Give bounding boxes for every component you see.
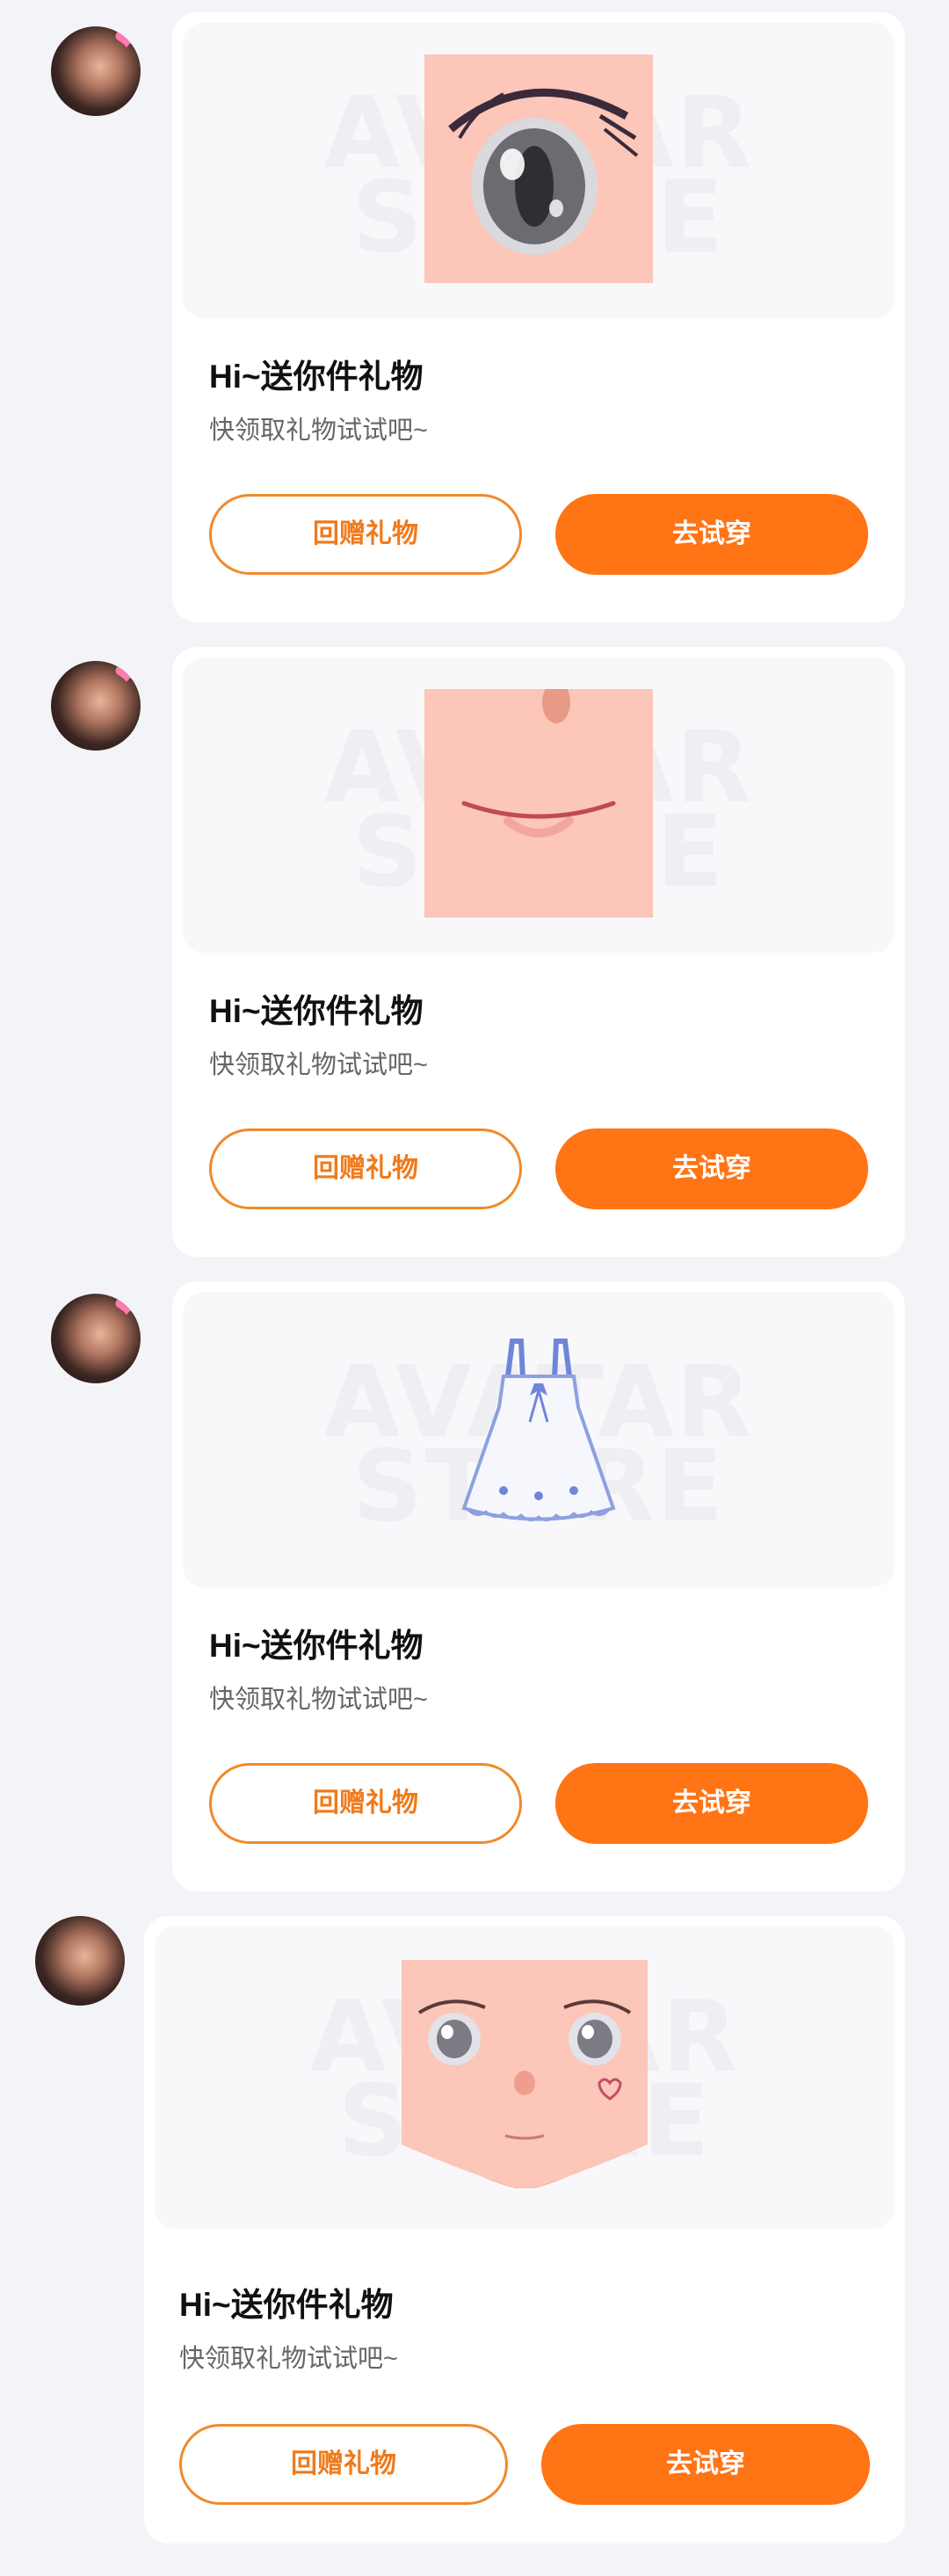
mouth-smile-icon — [424, 689, 653, 918]
sender-avatar[interactable] — [35, 1916, 125, 2006]
sender-avatar[interactable]: ❤ — [51, 26, 141, 116]
try-on-button[interactable]: 去试穿 — [541, 2424, 870, 2505]
gift-subtitle: 快领取礼物试试吧~ — [209, 1686, 428, 1714]
gift-title: Hi~送你件礼物 — [209, 359, 424, 395]
gift-preview[interactable]: AVATAR STORE — [183, 1292, 895, 1587]
gift-preview[interactable]: AVATAR STORE — [155, 1927, 895, 2229]
gift-card: AVATAR STORE Hi~送你件礼物 快领取礼物试试吧~ 回赠礼物 去试穿 — [172, 1281, 905, 1891]
white-dress-icon — [461, 1339, 616, 1521]
gift-title: Hi~送你件礼物 — [209, 1628, 424, 1664]
return-gift-button[interactable]: 回赠礼物 — [209, 1763, 522, 1844]
heart-decoration-icon: ❤ — [113, 1294, 140, 1324]
gift-card: AVATAR STORE Hi~送你件礼物 快领取礼物试试吧~ 回赠礼物 去试穿 — [172, 647, 905, 1257]
heart-decoration-icon: ❤ — [113, 26, 140, 57]
gift-card: AVATAR STORE Hi~送你件礼物 快领取礼物试试吧~ 回赠礼物 去试穿 — [172, 12, 905, 622]
anime-eye-icon — [424, 54, 653, 283]
return-gift-button[interactable]: 回赠礼物 — [179, 2424, 508, 2505]
gift-subtitle: 快领取礼物试试吧~ — [179, 2345, 398, 2373]
gift-preview[interactable]: AVATAR STORE — [183, 23, 895, 318]
gift-message: AVATAR STORE Hi~送你件礼物 快领取礼物试试吧~ 回赠礼物 去试 — [0, 1898, 949, 2576]
gift-subtitle: 快领取礼物试试吧~ — [209, 417, 428, 445]
gift-title: Hi~送你件礼物 — [179, 2287, 394, 2323]
gift-message: ❤ AVATAR STORE Hi~送你件礼物 快领取礼物试试吧~ 回赠礼物 去… — [0, 633, 949, 1266]
gift-message: ❤ AVATAR STORE Hi~送你件礼物 快领取礼物试试吧~ 回赠礼物 去… — [0, 1266, 949, 1898]
return-gift-button[interactable]: 回赠礼物 — [209, 1128, 522, 1209]
heart-decoration-icon: ❤ — [113, 661, 140, 692]
return-gift-button[interactable]: 回赠礼物 — [209, 494, 522, 575]
gift-title: Hi~送你件礼物 — [209, 993, 424, 1029]
sender-avatar[interactable]: ❤ — [51, 661, 141, 751]
try-on-button[interactable]: 去试穿 — [555, 494, 868, 575]
gift-card: AVATAR STORE Hi~送你件礼物 快领取礼物试试吧~ 回赠礼物 去试 — [144, 1916, 905, 2543]
try-on-button[interactable]: 去试穿 — [555, 1763, 868, 1844]
sender-avatar[interactable]: ❤ — [51, 1294, 141, 1383]
try-on-button[interactable]: 去试穿 — [555, 1128, 868, 1209]
anime-face-icon — [402, 1960, 648, 2188]
gift-preview[interactable]: AVATAR STORE — [183, 657, 895, 953]
gift-subtitle: 快领取礼物试试吧~ — [209, 1051, 428, 1079]
gift-message: ❤ AVATAR STORE Hi~送你件礼物 快领取礼物试试吧~ 回赠礼物 去… — [0, 0, 949, 633]
